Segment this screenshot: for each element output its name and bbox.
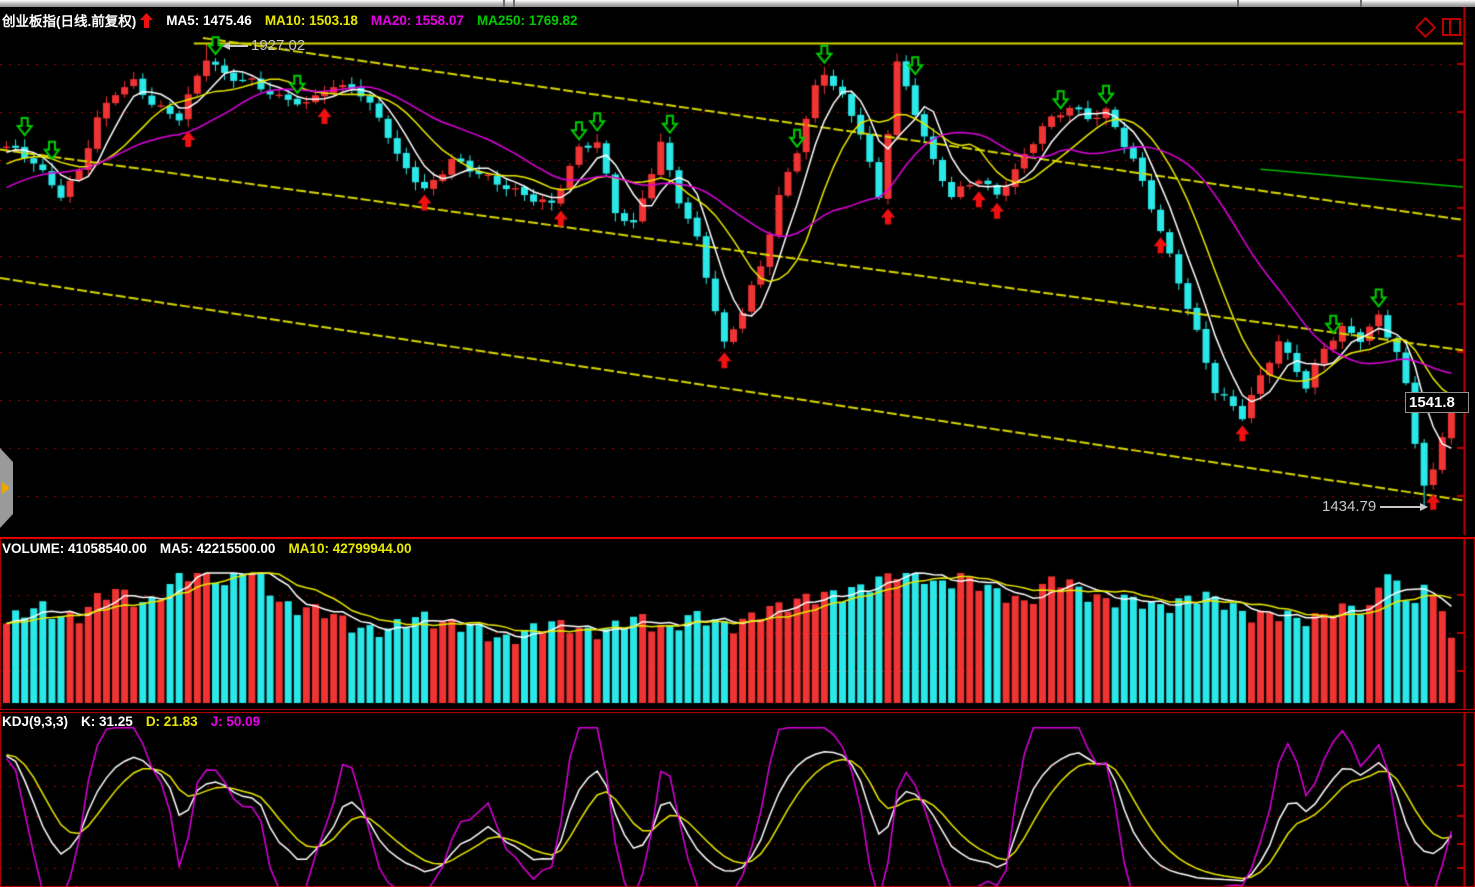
volume-chart-canvas[interactable]: [0, 537, 1475, 710]
strip-divider: [1360, 0, 1362, 7]
arrow-line: [1380, 506, 1420, 508]
volume-header: VOLUME: 41058540.00 MA5: 42215500.00 MA1…: [2, 541, 425, 556]
kdj-chart-canvas[interactable]: [0, 712, 1475, 887]
right-arrow-icon: [1420, 503, 1428, 511]
ma10-value: MA10: 1503.18: [265, 13, 358, 28]
trading-app-screen: 创业板指(日线.前复权) MA5: 1475.46 MA10: 1503.18 …: [0, 0, 1475, 887]
volume-ma10-value: MA10: 42799944.00: [288, 541, 411, 556]
split-window-icon[interactable]: [1442, 18, 1461, 36]
volume-ma5-value: MA5: 42215500.00: [160, 541, 276, 556]
toolbar-bottom-strip: [0, 0, 1475, 7]
instrument-title: 创业板指(日线.前复权): [2, 10, 136, 30]
expand-right-arrow-icon: [2, 482, 10, 494]
ma250-value: MA250: 1769.82: [477, 13, 578, 28]
main-chart-panel: 创业板指(日线.前复权) MA5: 1475.46 MA10: 1503.18 …: [0, 7, 1475, 535]
split-window-icon-divider: [1449, 20, 1451, 34]
strip-divider: [503, 0, 505, 7]
strip-divider: [513, 0, 515, 7]
volume-value: VOLUME: 41058540.00: [2, 541, 147, 556]
kdj-header: KDJ(9,3,3) K: 31.25 D: 21.83 J: 50.09: [2, 714, 273, 729]
trend-up-arrow-icon: [140, 13, 153, 28]
kdj-indicator-name: KDJ(9,3,3): [2, 714, 68, 729]
sidebar-flyout-handle[interactable]: [0, 448, 13, 528]
high-annotation: 1927.02: [222, 37, 305, 54]
low-annotation-value: 1434.79: [1322, 498, 1376, 515]
kdj-j-value: J: 50.09: [211, 714, 261, 729]
last-price-label: 1541.8: [1405, 392, 1469, 413]
candlestick-chart-canvas[interactable]: [0, 7, 1475, 535]
high-annotation-value: 1927.02: [251, 37, 305, 54]
ma20-value: MA20: 1558.07: [371, 13, 464, 28]
main-chart-header: 创业板指(日线.前复权) MA5: 1475.46 MA10: 1503.18 …: [2, 10, 591, 30]
left-arrow-icon: [222, 42, 230, 50]
kdj-d-value: D: 21.83: [146, 714, 198, 729]
kdj-k-value: K: 31.25: [81, 714, 133, 729]
strip-divider: [1237, 0, 1239, 7]
arrow-line: [230, 45, 248, 47]
low-annotation: 1434.79: [1322, 498, 1428, 515]
volume-panel: VOLUME: 41058540.00 MA5: 42215500.00 MA1…: [0, 537, 1475, 710]
ma5-value: MA5: 1475.46: [166, 13, 252, 28]
kdj-panel: KDJ(9,3,3) K: 31.25 D: 21.83 J: 50.09: [0, 712, 1475, 887]
